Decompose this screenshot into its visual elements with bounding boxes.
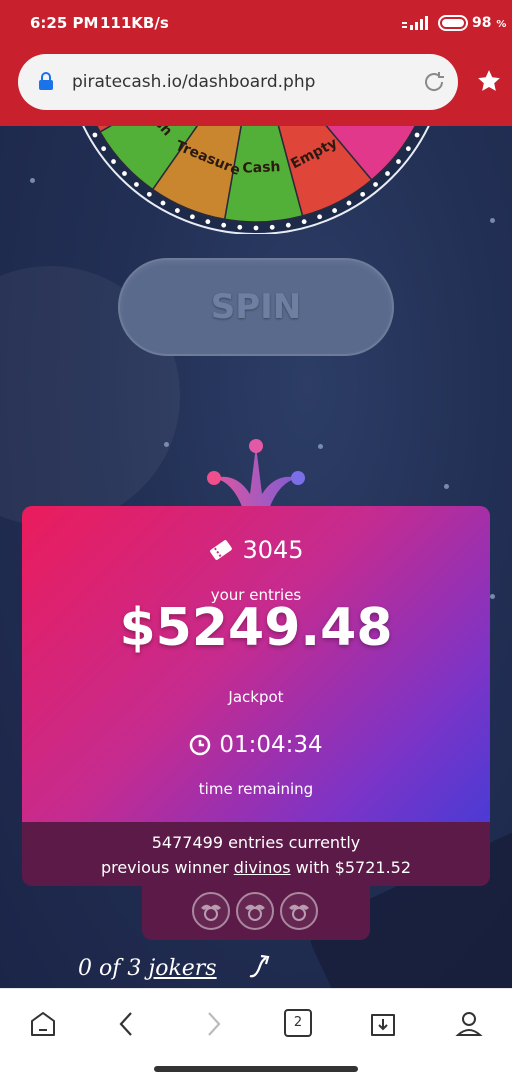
battery-icon (438, 15, 468, 31)
wheel-rim-dot (146, 191, 152, 197)
address-bar[interactable]: piratecash.io/dashboard.php (18, 54, 458, 110)
wheel-rim-dot (111, 159, 116, 164)
jokers-link[interactable]: jokers (148, 956, 216, 981)
time-remaining-value: 01:04:34 (219, 732, 323, 758)
signal-icon (402, 16, 428, 30)
wheel-segment-label: Cash (242, 159, 281, 177)
bookmark-star-icon[interactable] (476, 68, 502, 94)
wheel-rim-dot (134, 182, 139, 187)
wheel-rim-dot (174, 208, 180, 213)
entries-row: 3045 (22, 536, 490, 564)
jackpot-amount: $5249.48 (119, 598, 393, 658)
star-dot (490, 218, 495, 223)
wheel-rim-dot (360, 191, 366, 197)
battery-percent: 98 % (472, 15, 507, 31)
clock-icon (190, 734, 211, 756)
wheel-rim-dot (285, 222, 291, 228)
previous-winner: previous winner divinos with $5721.52 (22, 855, 490, 880)
star-dot (30, 178, 35, 183)
wheel-rim-dot (237, 224, 243, 230)
time-remaining-label: time remaining (198, 780, 314, 798)
wheel-rim-dot (189, 214, 195, 220)
download-icon[interactable] (368, 1009, 398, 1039)
curved-arrow-icon (249, 954, 270, 978)
wheel-rim-dot (101, 146, 107, 152)
forward-icon[interactable] (198, 1009, 228, 1039)
wheel-rim-dot (301, 219, 307, 225)
prize-wheel[interactable]: shTreasure Cash Empty (64, 126, 448, 234)
url-text[interactable]: piratecash.io/dashboard.php (72, 72, 315, 92)
browser-toolbar: piratecash.io/dashboard.php (0, 44, 512, 126)
wheel-rim-dot (405, 146, 411, 152)
home-indicator (154, 1066, 358, 1072)
wheel-rim-dot (221, 222, 227, 228)
joker-slot-icon (280, 892, 318, 930)
winner-prefix: previous winner (100, 858, 229, 877)
jackpot-card: 3045 your entries $5249.48 Jackpot 01:04… (22, 506, 490, 822)
wheel-rim-dot (122, 171, 127, 176)
jokers-counter: 0 of 3 jokers (78, 956, 217, 981)
star-dot (318, 444, 323, 449)
wheel-rim-dot (346, 200, 352, 206)
dashboard-page: sh Treasure Cash Empty SPIN 3045 your entri… (0, 126, 512, 988)
status-bar: 6:25 PM 111KB/s 98 % (0, 0, 512, 44)
jackpot-label: Jackpot (228, 688, 284, 706)
wheel-rim-dot (205, 219, 211, 225)
spin-button[interactable]: SPIN (118, 258, 394, 356)
jokers-count: 0 of 3 (78, 956, 142, 981)
wheel-rim-dot (269, 224, 275, 230)
reload-icon[interactable] (422, 70, 446, 94)
star-dot (444, 484, 449, 489)
tabs-button[interactable]: 2 (284, 1009, 312, 1037)
jester-crown-icon (207, 439, 305, 512)
winner-name-link[interactable]: divinos (234, 858, 291, 877)
lock-icon (39, 72, 53, 90)
status-time: 6:25 PM (30, 14, 99, 32)
entries-info-panel: 5477499 entries currently previous winne… (22, 822, 490, 886)
joker-slot-icon (236, 892, 274, 930)
star-dot (164, 442, 169, 447)
wheel-rim-dot (373, 182, 378, 187)
timer-row: 01:04:34 (22, 732, 490, 758)
wheel-rim-dot (92, 132, 98, 138)
joker-tray (142, 886, 370, 940)
wheel-rim-dot (396, 159, 401, 164)
back-icon[interactable] (112, 1009, 142, 1039)
current-entries: 5477499 entries currently (151, 833, 361, 852)
wheel-rim-dot (317, 214, 323, 220)
ticket-icon (210, 540, 233, 560)
wheel-rim-dot (385, 171, 390, 176)
wheel-rim-dot (253, 225, 259, 231)
wheel-rim-dot (332, 208, 338, 213)
wheel-rim-dot (414, 132, 420, 138)
entries-count: 3045 (242, 536, 304, 564)
winner-amount: with $5721.52 (295, 858, 412, 877)
status-net-speed: 111KB/s (100, 14, 169, 32)
star-dot (490, 594, 495, 599)
profile-icon[interactable] (454, 1009, 484, 1039)
wheel-rim-dot (160, 200, 166, 206)
joker-slot-icon (192, 892, 230, 930)
home-icon[interactable] (28, 1009, 58, 1039)
